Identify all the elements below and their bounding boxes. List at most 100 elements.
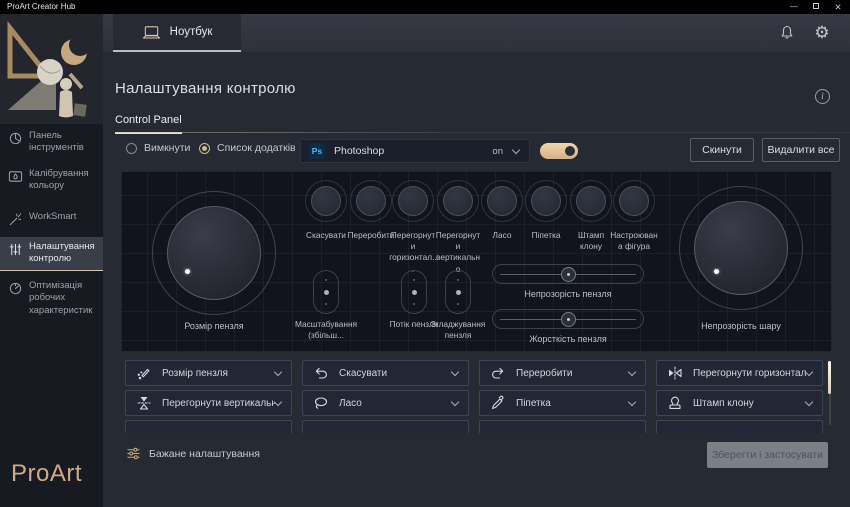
tab-control-panel[interactable]: Control Panel: [115, 114, 182, 134]
chevron-down-icon: [451, 397, 459, 405]
mapping-dropdown-partial[interactable]: [656, 420, 823, 433]
control-preview-panel: Розмір пензля Непрозорість шару Скасуват…: [121, 171, 832, 352]
content-area: Налаштування контролю i Control Panel Ви…: [103, 52, 850, 507]
mapping-label: Скасувати: [339, 368, 452, 379]
panel-button[interactable]: [619, 186, 649, 216]
mapping-grid: Розмір пензля Скасувати Переробити Перегорн…: [125, 360, 823, 433]
clone-stamp-icon: [667, 395, 683, 411]
mapping-dropdown[interactable]: Розмір пензля: [125, 360, 292, 386]
panel-button-label: Перегорнути горизонтал...: [389, 230, 437, 275]
preferred-settings-label: Бажане налаштування: [149, 448, 260, 460]
left-dial-label: Розмір пензля: [144, 320, 284, 332]
panel-button[interactable]: [576, 186, 606, 216]
horizontal-slider-label: Непрозорість пензля: [498, 288, 638, 300]
sidebar-item-performance[interactable]: Оптимізація робочих характеристик: [0, 276, 103, 321]
window-restore-button[interactable]: [808, 0, 824, 14]
page-title: Налаштування контролю: [115, 80, 296, 97]
panel-button-label: Перегорнути вертикально: [434, 230, 482, 275]
sidebar-item-label: Налаштування контролю: [29, 241, 103, 266]
preferences-sliders-icon: [126, 446, 141, 461]
reset-button[interactable]: Скинути: [690, 138, 754, 162]
sidebar-item-label: Панель інструментів: [29, 130, 103, 155]
sidebar-item-control-settings[interactable]: Налаштування контролю: [0, 237, 103, 271]
gear-icon: ⚙: [814, 23, 829, 42]
redo-icon: [490, 365, 506, 381]
panel-button[interactable]: [398, 186, 428, 216]
control-settings-icon: [8, 242, 23, 257]
mapping-dropdown-partial[interactable]: [125, 420, 292, 433]
panel-button[interactable]: [356, 186, 386, 216]
mapping-dropdown-partial[interactable]: [479, 420, 646, 433]
save-apply-button[interactable]: Зберегти і застосувати: [707, 442, 828, 468]
app-enabled-toggle[interactable]: [540, 143, 578, 159]
mapping-dropdown[interactable]: Штамп клону: [656, 390, 823, 416]
mapping-dropdown-partial[interactable]: [302, 420, 469, 433]
mapping-dropdown[interactable]: Переробити: [479, 360, 646, 386]
vertical-slider[interactable]: [445, 270, 471, 314]
flip-vertical-icon: [136, 395, 152, 411]
panel-button-label: Штамп клону: [567, 230, 615, 252]
scrollbar-thumb[interactable]: [828, 361, 831, 394]
radio-app-list-label: Список додатків: [217, 142, 296, 154]
sidebar-item-label: Оптимізація робочих характеристик: [29, 280, 103, 317]
panel-button[interactable]: [311, 186, 341, 216]
chevron-down-icon: [451, 367, 459, 375]
proart-logo-art: [0, 14, 103, 124]
slider-knob[interactable]: [561, 267, 576, 282]
mapping-dropdown[interactable]: Перегорнути горизонтально: [656, 360, 823, 386]
eyedropper-icon: [490, 395, 506, 411]
delete-all-button[interactable]: Видалити все: [762, 138, 840, 162]
horizontal-slider[interactable]: [492, 264, 644, 284]
horizontal-slider-label: Жорсткість пензля: [498, 333, 638, 345]
chevron-down-icon: [628, 367, 636, 375]
left-dial-indicator: [185, 269, 190, 274]
sidebar-item-color-calibration[interactable]: Калібрування кольору: [0, 164, 103, 197]
panel-button[interactable]: [443, 186, 473, 216]
horizontal-slider[interactable]: [492, 309, 644, 329]
sidebar-item-dashboard[interactable]: Панель інструментів: [0, 126, 103, 159]
vertical-slider-label: Масштабування (збільш...: [293, 319, 359, 341]
color-calibration-icon: [8, 169, 23, 184]
mapping-label: Перегорнути горизонтально: [693, 368, 806, 379]
info-icon[interactable]: i: [815, 89, 830, 104]
panel-button[interactable]: [487, 186, 517, 216]
chevron-down-icon: [274, 367, 282, 375]
panel-button-label: Переробити: [347, 230, 395, 241]
right-dial-knob[interactable]: [694, 201, 788, 295]
app-name: Photoshop: [334, 145, 492, 157]
slider-knob[interactable]: [561, 312, 576, 327]
app-select-dropdown[interactable]: Ps Photoshop on: [300, 139, 530, 163]
window-close-button[interactable]: ✕: [830, 0, 846, 14]
mapping-label: Перегорнути вертикально: [162, 398, 275, 409]
chevron-down-icon: [512, 145, 520, 153]
sidebar-item-worksmart[interactable]: WorkSmart: [0, 207, 103, 231]
vertical-slider[interactable]: [313, 270, 339, 314]
panel-button[interactable]: [531, 186, 561, 216]
panel-button-label: Настроювана фігура: [610, 230, 658, 252]
radio-disable[interactable]: Вимкнути: [126, 142, 190, 154]
window-minimize-button[interactable]: —: [786, 0, 802, 14]
restore-icon: [813, 3, 819, 9]
vertical-slider[interactable]: [401, 270, 427, 314]
mapping-dropdown[interactable]: Піпетка: [479, 390, 646, 416]
window-title: ProArt Creator Hub: [7, 0, 75, 14]
mapping-label: Переробити: [516, 368, 629, 379]
preferred-settings[interactable]: Бажане налаштування: [126, 446, 260, 461]
tab-laptop[interactable]: Ноутбук: [113, 14, 241, 52]
settings-button[interactable]: ⚙: [813, 24, 831, 42]
tab-laptop-label: Ноутбук: [170, 26, 213, 38]
mapping-dropdown[interactable]: Скасувати: [302, 360, 469, 386]
dashboard-icon: [8, 131, 23, 146]
sidebar-item-label: WorkSmart: [29, 211, 103, 223]
panel-button-label: Ласо: [478, 230, 526, 241]
mapping-dropdown[interactable]: Ласо: [302, 390, 469, 416]
vertical-slider-label: Згладжування пензля: [425, 319, 491, 341]
right-dial-label: Непрозорість шару: [671, 320, 811, 332]
mapping-dropdown[interactable]: Перегорнути вертикально: [125, 390, 292, 416]
sidebar: Панель інструментів Калібрування кольору W…: [0, 14, 103, 507]
notifications-button[interactable]: [779, 24, 797, 42]
left-dial-knob[interactable]: [167, 206, 261, 300]
undo-icon: [313, 365, 329, 381]
radio-app-list[interactable]: Список додатків: [199, 142, 296, 154]
chevron-down-icon: [628, 397, 636, 405]
